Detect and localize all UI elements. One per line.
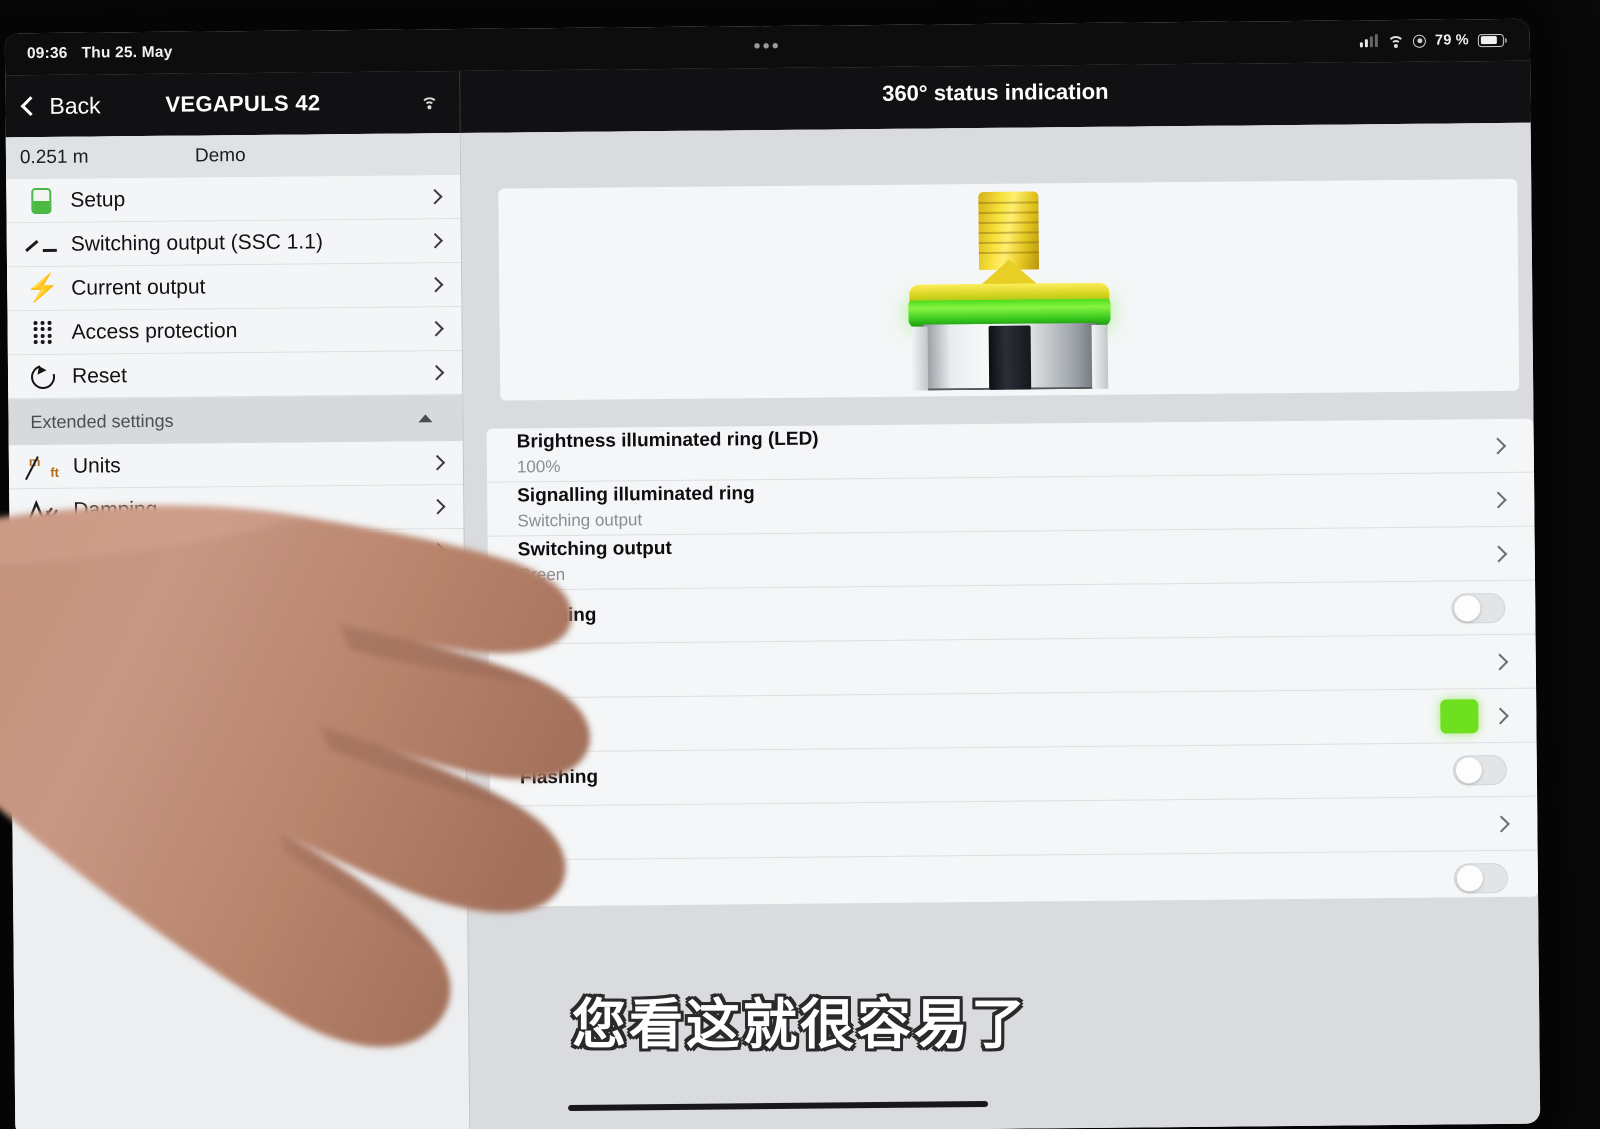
flashing-toggle[interactable] xyxy=(1451,592,1506,623)
status-time: 09:36 xyxy=(26,44,68,63)
screenshot-stage: 09:36 Thu 25. May ••• 79 % Back VEGAPULS… xyxy=(0,0,1600,1129)
measurement-value: 0.251 m xyxy=(19,146,89,169)
settings-row-signalling-ring[interactable]: Signalling illuminated ring Switching ou… xyxy=(487,472,1535,537)
sidebar-item-damping[interactable]: Damping xyxy=(9,484,464,534)
settings-row-hidden-1[interactable] xyxy=(488,634,1537,699)
eye-icon xyxy=(1412,34,1427,48)
sidebar-item-units[interactable]: mft Units xyxy=(8,440,464,490)
chevron-left-icon xyxy=(20,96,41,116)
sensor-antenna xyxy=(988,325,1031,390)
caret-up-icon xyxy=(418,414,433,423)
page-title: 360° status indication xyxy=(882,78,1109,106)
damping-icon xyxy=(27,499,61,522)
signal-icon xyxy=(1360,34,1379,48)
status-date: Thu 25. May xyxy=(81,43,173,62)
sidebar-item-label xyxy=(74,595,433,598)
row-title xyxy=(521,878,1454,887)
sensor-notch-left xyxy=(911,326,928,391)
settings-row-flashing-1[interactable]: Flashing xyxy=(488,580,1536,645)
sidebar-item-reset[interactable]: Reset xyxy=(7,350,463,400)
row-title: Flashing xyxy=(518,604,597,627)
settings-row-switching-output[interactable]: Switching output Green xyxy=(487,526,1536,591)
row-title xyxy=(519,662,1494,671)
back-button[interactable]: Back xyxy=(20,91,101,120)
sidebar-item-label: Switching output (SSC 1.1) xyxy=(70,229,323,256)
damping-wave-icon xyxy=(28,499,58,522)
sensor-thread xyxy=(977,191,1039,271)
row-title xyxy=(520,824,1495,833)
sidebar-item-access-protection[interactable]: Access protection xyxy=(7,306,462,356)
flashing-toggle-2[interactable] xyxy=(1452,754,1508,785)
sensor-image-card xyxy=(498,178,1520,401)
tablet-device: 09:36 Thu 25. May ••• 79 % Back VEGAPULS… xyxy=(0,0,1558,1129)
flashing-toggle-3[interactable] xyxy=(1453,862,1509,893)
sidebar-item-label: Current output xyxy=(71,274,206,300)
mode-label: Demo xyxy=(194,145,246,167)
sidebar-item-label: Access protection xyxy=(71,318,238,344)
switching-output-icon xyxy=(25,234,59,254)
chevron-right-icon xyxy=(1492,815,1510,832)
sidebar-item-label: Reset xyxy=(71,363,127,388)
bolt-icon: ⚡ xyxy=(25,272,60,304)
units-icon: mft xyxy=(25,452,61,480)
status-bar-right: 79 % xyxy=(1360,32,1504,54)
row-title: Flashing xyxy=(519,766,599,789)
sensor-notch-right xyxy=(1091,324,1108,389)
chevron-right-icon xyxy=(1491,707,1509,724)
chevron-right-icon xyxy=(1491,653,1509,671)
sidebar-item-label: Units xyxy=(72,453,121,478)
settings-row-hidden-2[interactable] xyxy=(490,796,1538,861)
sidebar-item-output[interactable]: ⚡ Output xyxy=(9,528,464,578)
nav-left-section: Back VEGAPULS 42 xyxy=(5,70,461,138)
wifi-icon xyxy=(1386,35,1405,54)
settings-row-hidden-3[interactable] xyxy=(490,850,1539,915)
main-content: Brightness illuminated ring (LED) 100% S… xyxy=(461,122,1541,1129)
sidebar-item-label: Output xyxy=(73,541,137,566)
chevron-right-icon xyxy=(430,586,447,603)
back-label: Back xyxy=(49,91,101,119)
device-title: VEGAPULS 42 xyxy=(165,90,321,117)
sidebar-item-switching-output[interactable]: Switching output (SSC 1.1) xyxy=(6,218,461,268)
vegapuls-sensor-illustration xyxy=(898,191,1120,391)
connection-wifi-icon xyxy=(420,96,438,115)
sidebar-item-setup[interactable]: Setup xyxy=(6,174,461,224)
status-bar-left: 09:36 Thu 25. May xyxy=(27,44,173,63)
tablet-screen: 09:36 Thu 25. May ••• 79 % Back VEGAPULS… xyxy=(4,18,1541,1129)
sidebar-item-partial[interactable] xyxy=(9,572,465,622)
sidebar-section-extended-settings[interactable]: Extended settings xyxy=(8,394,463,446)
bolt-icon: ⚡ xyxy=(27,538,62,570)
settings-row-flashing-2[interactable]: Flashing xyxy=(489,742,1538,807)
settings-list-card: Brightness illuminated ring (LED) 100% S… xyxy=(486,418,1539,915)
settings-row-color[interactable]: tion xyxy=(489,688,1537,753)
sidebar-item-current-output[interactable]: ⚡ Current output xyxy=(6,262,462,312)
color-swatch[interactable] xyxy=(1440,698,1479,734)
settings-row-brightness[interactable]: Brightness illuminated ring (LED) 100% xyxy=(486,418,1535,483)
sidebar-item-label: Damping xyxy=(73,497,158,522)
sidebar-item-label: Setup xyxy=(70,187,126,212)
setup-icon xyxy=(24,187,58,214)
sidebar-header: 0.251 m Demo xyxy=(5,132,461,180)
section-label: Extended settings xyxy=(30,410,174,432)
square-icon xyxy=(28,588,62,609)
keypad-icon xyxy=(25,320,59,345)
battery-icon xyxy=(1477,33,1504,47)
battery-percent: 79 % xyxy=(1434,32,1469,49)
body-area: 0.251 m Demo Setup Switching output (SSC… xyxy=(5,122,1541,1129)
subtitle-caption: 您看这就很容易了 xyxy=(572,993,1028,1056)
reset-icon xyxy=(26,360,60,393)
row-title: tion xyxy=(519,713,555,735)
